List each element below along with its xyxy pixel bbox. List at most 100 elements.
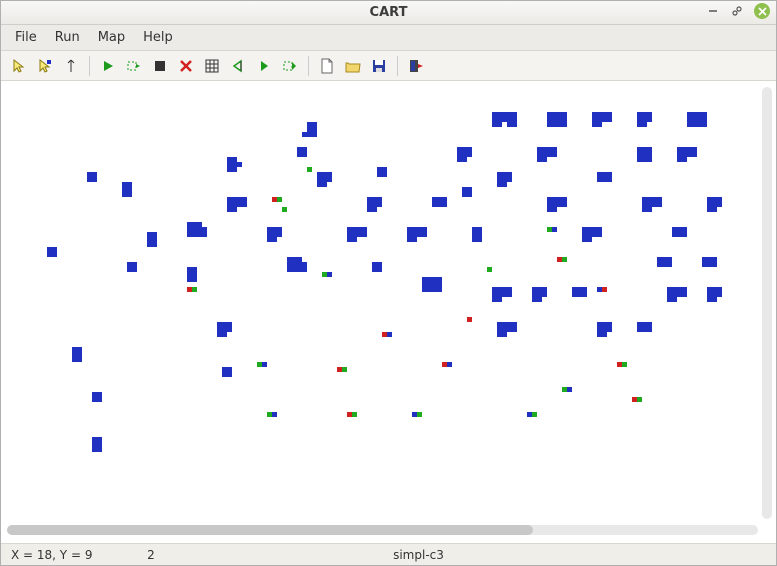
- cell: [222, 332, 227, 337]
- cell: [272, 412, 277, 417]
- cell: [597, 122, 602, 127]
- cell: [542, 157, 547, 162]
- cell: [682, 157, 687, 162]
- window-title: CART: [1, 5, 776, 20]
- canvas[interactable]: [7, 87, 758, 519]
- cell: [607, 177, 612, 182]
- cell: [192, 277, 197, 282]
- arrow-right-icon[interactable]: [252, 55, 276, 77]
- cell: [552, 227, 557, 232]
- cell: [717, 292, 722, 297]
- grid-icon[interactable]: [200, 55, 224, 77]
- step-icon[interactable]: [122, 55, 146, 77]
- save-icon[interactable]: [367, 55, 391, 77]
- cell: [442, 202, 447, 207]
- cell: [227, 372, 232, 377]
- cell: [352, 412, 357, 417]
- cell: [637, 397, 642, 402]
- separator: [89, 56, 90, 76]
- cell: [277, 197, 282, 202]
- cell: [702, 122, 707, 127]
- window-controls: [706, 3, 770, 19]
- cell: [562, 202, 567, 207]
- cell: [462, 157, 467, 162]
- cell: [647, 117, 652, 122]
- file-open-icon[interactable]: [341, 55, 365, 77]
- cell: [377, 267, 382, 272]
- cell: [562, 122, 567, 127]
- cell: [307, 167, 312, 172]
- cell: [582, 292, 587, 297]
- cell: [562, 257, 567, 262]
- cell: [327, 272, 332, 277]
- cell: [302, 132, 307, 137]
- cell: [602, 287, 607, 292]
- canvas-wrap: [1, 81, 776, 543]
- cell: [132, 267, 137, 272]
- menu-map[interactable]: Map: [90, 27, 133, 48]
- cell: [302, 152, 307, 157]
- cell: [372, 207, 377, 212]
- status-bar: X = 18, Y = 9 2 simpl-c3: [1, 543, 776, 565]
- cell: [352, 237, 357, 242]
- cell: [497, 297, 502, 302]
- cell: [382, 172, 387, 177]
- close-icon[interactable]: [754, 3, 770, 19]
- cell: [512, 122, 517, 127]
- file-new-icon[interactable]: [315, 55, 339, 77]
- cell: [412, 237, 417, 242]
- cell: [467, 317, 472, 322]
- cursor-point-icon[interactable]: [59, 55, 83, 77]
- cell: [97, 447, 102, 452]
- cell: [342, 367, 347, 372]
- menu-bar: File Run Map Help: [1, 25, 776, 51]
- cursor-draw-icon[interactable]: [33, 55, 57, 77]
- cell: [647, 327, 652, 332]
- cell: [127, 192, 132, 197]
- cell: [682, 232, 687, 237]
- separator: [397, 56, 398, 76]
- cell: [377, 202, 382, 207]
- menu-run[interactable]: Run: [47, 27, 88, 48]
- cell: [447, 362, 452, 367]
- cell: [152, 242, 157, 247]
- cell: [602, 332, 607, 337]
- maximize-icon[interactable]: [730, 4, 744, 18]
- play-icon[interactable]: [96, 55, 120, 77]
- cell: [467, 192, 472, 197]
- cell: [227, 327, 232, 332]
- cell: [507, 292, 512, 297]
- stop-icon[interactable]: [148, 55, 172, 77]
- menu-file[interactable]: File: [7, 27, 45, 48]
- cell: [692, 152, 697, 157]
- cell: [437, 287, 442, 292]
- cell: [477, 237, 482, 242]
- cell: [242, 202, 247, 207]
- title-bar: CART: [1, 1, 776, 25]
- cell: [362, 232, 367, 237]
- cell: [262, 362, 267, 367]
- scrollbar-vertical[interactable]: [762, 87, 772, 519]
- scrollbar-horizontal[interactable]: [7, 525, 758, 535]
- status-filename: simpl-c3: [181, 548, 656, 562]
- cell: [77, 357, 82, 362]
- minimize-icon[interactable]: [706, 4, 720, 18]
- separator: [308, 56, 309, 76]
- cell: [497, 122, 502, 127]
- arrow-left-icon[interactable]: [226, 55, 250, 77]
- cell: [712, 262, 717, 267]
- cell: [712, 297, 717, 302]
- menu-help[interactable]: Help: [135, 27, 181, 48]
- x-icon[interactable]: [174, 55, 198, 77]
- cell: [422, 232, 427, 237]
- cell: [302, 267, 307, 272]
- jump-icon[interactable]: [278, 55, 302, 77]
- status-value: 2: [121, 548, 181, 562]
- cell: [507, 177, 512, 182]
- cell: [587, 237, 592, 242]
- cell: [607, 327, 612, 332]
- cell: [532, 412, 537, 417]
- cell: [552, 152, 557, 157]
- cursor-select-icon[interactable]: [7, 55, 31, 77]
- exit-icon[interactable]: [404, 55, 428, 77]
